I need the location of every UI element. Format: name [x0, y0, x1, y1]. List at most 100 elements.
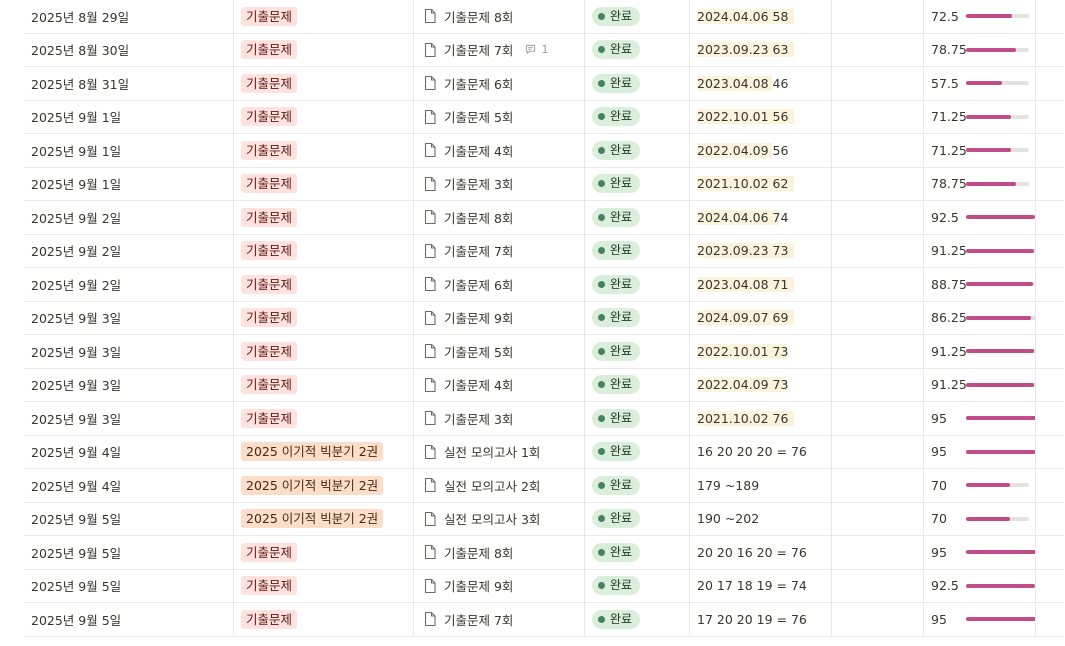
empty-cell[interactable]: [1036, 0, 1064, 33]
tag-cell[interactable]: 기출문제: [234, 33, 414, 66]
date-cell[interactable]: 2025년 9월 2일: [24, 234, 234, 267]
date-cell[interactable]: 2025년 9월 5일: [24, 569, 234, 602]
table-row[interactable]: 2025년 8월 29일 기출문제 기출문제 8회 완료 2024.04.06 58 72…: [24, 0, 1064, 34]
table-row[interactable]: 2025년 9월 2일 기출문제 기출문제 6회 완료 2023.04.08 71 88.…: [24, 268, 1064, 302]
table-row[interactable]: 2025년 9월 3일 기출문제 기출문제 5회 완료 2022.10.01 73 91.…: [24, 335, 1064, 369]
page-name-cell[interactable]: 기출문제 5회: [414, 335, 585, 368]
page-title-link[interactable]: 기출문제 6회: [444, 74, 513, 93]
empty-cell[interactable]: [832, 134, 924, 167]
table-row[interactable]: 2025년 9월 4일 2025 이기적 빅분기 2권 실전 모의고사 2회 완료 17…: [24, 469, 1064, 503]
page-title-link[interactable]: 기출문제 4회: [444, 141, 513, 160]
note-cell[interactable]: 179 ~189: [690, 469, 832, 502]
table-row[interactable]: 2025년 9월 3일 기출문제 기출문제 3회 완료 2021.10.02 76 95: [24, 402, 1064, 436]
status-cell[interactable]: 완료: [585, 67, 690, 100]
empty-cell[interactable]: [832, 234, 924, 267]
date-cell[interactable]: 2025년 9월 3일: [24, 368, 234, 401]
date-cell[interactable]: 2025년 9월 2일: [24, 268, 234, 301]
score-cell[interactable]: 71.25: [924, 100, 1036, 133]
status-cell[interactable]: 완료: [585, 435, 690, 468]
status-cell[interactable]: 완료: [585, 301, 690, 334]
table-row[interactable]: 2025년 9월 5일 기출문제 기출문제 8회 완료 20 20 16 20 = 76…: [24, 536, 1064, 570]
page-name-cell[interactable]: 기출문제 7회: [414, 603, 585, 636]
page-title-link[interactable]: 기출문제 8회: [444, 543, 513, 562]
page-title-link[interactable]: 기출문제 5회: [444, 342, 513, 361]
score-cell[interactable]: 95: [924, 603, 1036, 636]
comment-indicator[interactable]: 1: [525, 43, 548, 56]
tag-cell[interactable]: 기출문제: [234, 301, 414, 334]
status-cell[interactable]: 완료: [585, 502, 690, 535]
status-cell[interactable]: 완료: [585, 469, 690, 502]
note-cell[interactable]: 2022.04.09 73: [690, 368, 832, 401]
empty-cell[interactable]: [1036, 34, 1064, 67]
score-cell[interactable]: 91.25: [924, 234, 1036, 267]
empty-cell[interactable]: [832, 502, 924, 535]
empty-cell[interactable]: [832, 201, 924, 234]
table-row[interactable]: 2025년 9월 1일 기출문제 기출문제 3회 완료 2021.10.02 62 78.…: [24, 167, 1064, 201]
tag-cell[interactable]: 기출문제: [234, 569, 414, 602]
empty-cell[interactable]: [1036, 201, 1064, 234]
tag-cell[interactable]: 기출문제: [234, 234, 414, 267]
empty-cell[interactable]: [1036, 302, 1064, 335]
note-cell[interactable]: 190 ~202: [690, 502, 832, 535]
score-cell[interactable]: 78.75: [924, 167, 1036, 200]
status-cell[interactable]: 완료: [585, 569, 690, 602]
score-cell[interactable]: 72.5: [924, 0, 1036, 33]
empty-cell[interactable]: [1036, 503, 1064, 536]
table-row[interactable]: 2025년 9월 1일 기출문제 기출문제 5회 완료 2022.10.01 56 71.…: [24, 100, 1064, 134]
empty-cell[interactable]: [832, 368, 924, 401]
page-name-cell[interactable]: 기출문제 8회: [414, 536, 585, 569]
page-name-cell[interactable]: 기출문제 3회: [414, 167, 585, 200]
page-title-link[interactable]: 기출문제 7회: [444, 241, 513, 260]
tag-cell[interactable]: 기출문제: [234, 536, 414, 569]
page-title-link[interactable]: 기출문제 4회: [444, 375, 513, 394]
score-cell[interactable]: 92.5: [924, 201, 1036, 234]
tag-cell[interactable]: 기출문제: [234, 0, 414, 33]
score-cell[interactable]: 91.25: [924, 335, 1036, 368]
table-row[interactable]: 2025년 9월 2일 기출문제 기출문제 7회 완료 2023.09.23 73 91.…: [24, 234, 1064, 268]
tag-cell[interactable]: 기출문제: [234, 368, 414, 401]
empty-cell[interactable]: [832, 268, 924, 301]
tag-cell[interactable]: 기출문제: [234, 167, 414, 200]
date-cell[interactable]: 2025년 9월 5일: [24, 502, 234, 535]
page-title-link[interactable]: 기출문제 3회: [444, 174, 513, 193]
status-cell[interactable]: 완료: [585, 368, 690, 401]
note-cell[interactable]: 20 20 16 20 = 76: [690, 536, 832, 569]
date-cell[interactable]: 2025년 9월 3일: [24, 335, 234, 368]
empty-cell[interactable]: [832, 301, 924, 334]
tag-cell[interactable]: 기출문제: [234, 335, 414, 368]
empty-cell[interactable]: [1036, 335, 1064, 368]
note-cell[interactable]: 2023.04.08 46: [690, 67, 832, 100]
score-cell[interactable]: 95: [924, 536, 1036, 569]
page-name-cell[interactable]: 실전 모의고사 3회: [414, 502, 585, 535]
page-name-cell[interactable]: 기출문제 7회 1: [414, 33, 585, 66]
status-cell[interactable]: 완료: [585, 167, 690, 200]
page-name-cell[interactable]: 기출문제 8회: [414, 201, 585, 234]
score-cell[interactable]: 95: [924, 402, 1036, 435]
note-cell[interactable]: 2022.04.09 56: [690, 134, 832, 167]
date-cell[interactable]: 2025년 8월 30일: [24, 33, 234, 66]
empty-cell[interactable]: [1036, 67, 1064, 100]
status-cell[interactable]: 완료: [585, 100, 690, 133]
page-name-cell[interactable]: 실전 모의고사 2회: [414, 469, 585, 502]
tag-cell[interactable]: 2025 이기적 빅분기 2권: [234, 435, 414, 468]
page-name-cell[interactable]: 기출문제 5회: [414, 100, 585, 133]
score-cell[interactable]: 92.5: [924, 569, 1036, 602]
table-row[interactable]: 2025년 9월 4일 2025 이기적 빅분기 2권 실전 모의고사 1회 완료 16…: [24, 435, 1064, 469]
empty-cell[interactable]: [1036, 603, 1064, 636]
page-title-link[interactable]: 실전 모의고사 1회: [444, 442, 540, 461]
note-cell[interactable]: 2024.04.06 58: [690, 0, 832, 33]
table-row[interactable]: 2025년 8월 30일 기출문제 기출문제 7회 1 완료 2023.09.23 63 7…: [24, 33, 1064, 67]
tag-cell[interactable]: 기출문제: [234, 603, 414, 636]
empty-cell[interactable]: [832, 603, 924, 636]
page-title-link[interactable]: 기출문제 9회: [444, 576, 513, 595]
page-name-cell[interactable]: 기출문제 9회: [414, 569, 585, 602]
note-cell[interactable]: 2021.10.02 76: [690, 402, 832, 435]
note-cell[interactable]: 16 20 20 20 = 76: [690, 435, 832, 468]
status-cell[interactable]: 완료: [585, 33, 690, 66]
empty-cell[interactable]: [832, 435, 924, 468]
status-cell[interactable]: 완료: [585, 234, 690, 267]
score-cell[interactable]: 70: [924, 502, 1036, 535]
table-row[interactable]: 2025년 9월 1일 기출문제 기출문제 4회 완료 2022.04.09 56 71.…: [24, 134, 1064, 168]
status-cell[interactable]: 완료: [585, 536, 690, 569]
tag-cell[interactable]: 기출문제: [234, 134, 414, 167]
